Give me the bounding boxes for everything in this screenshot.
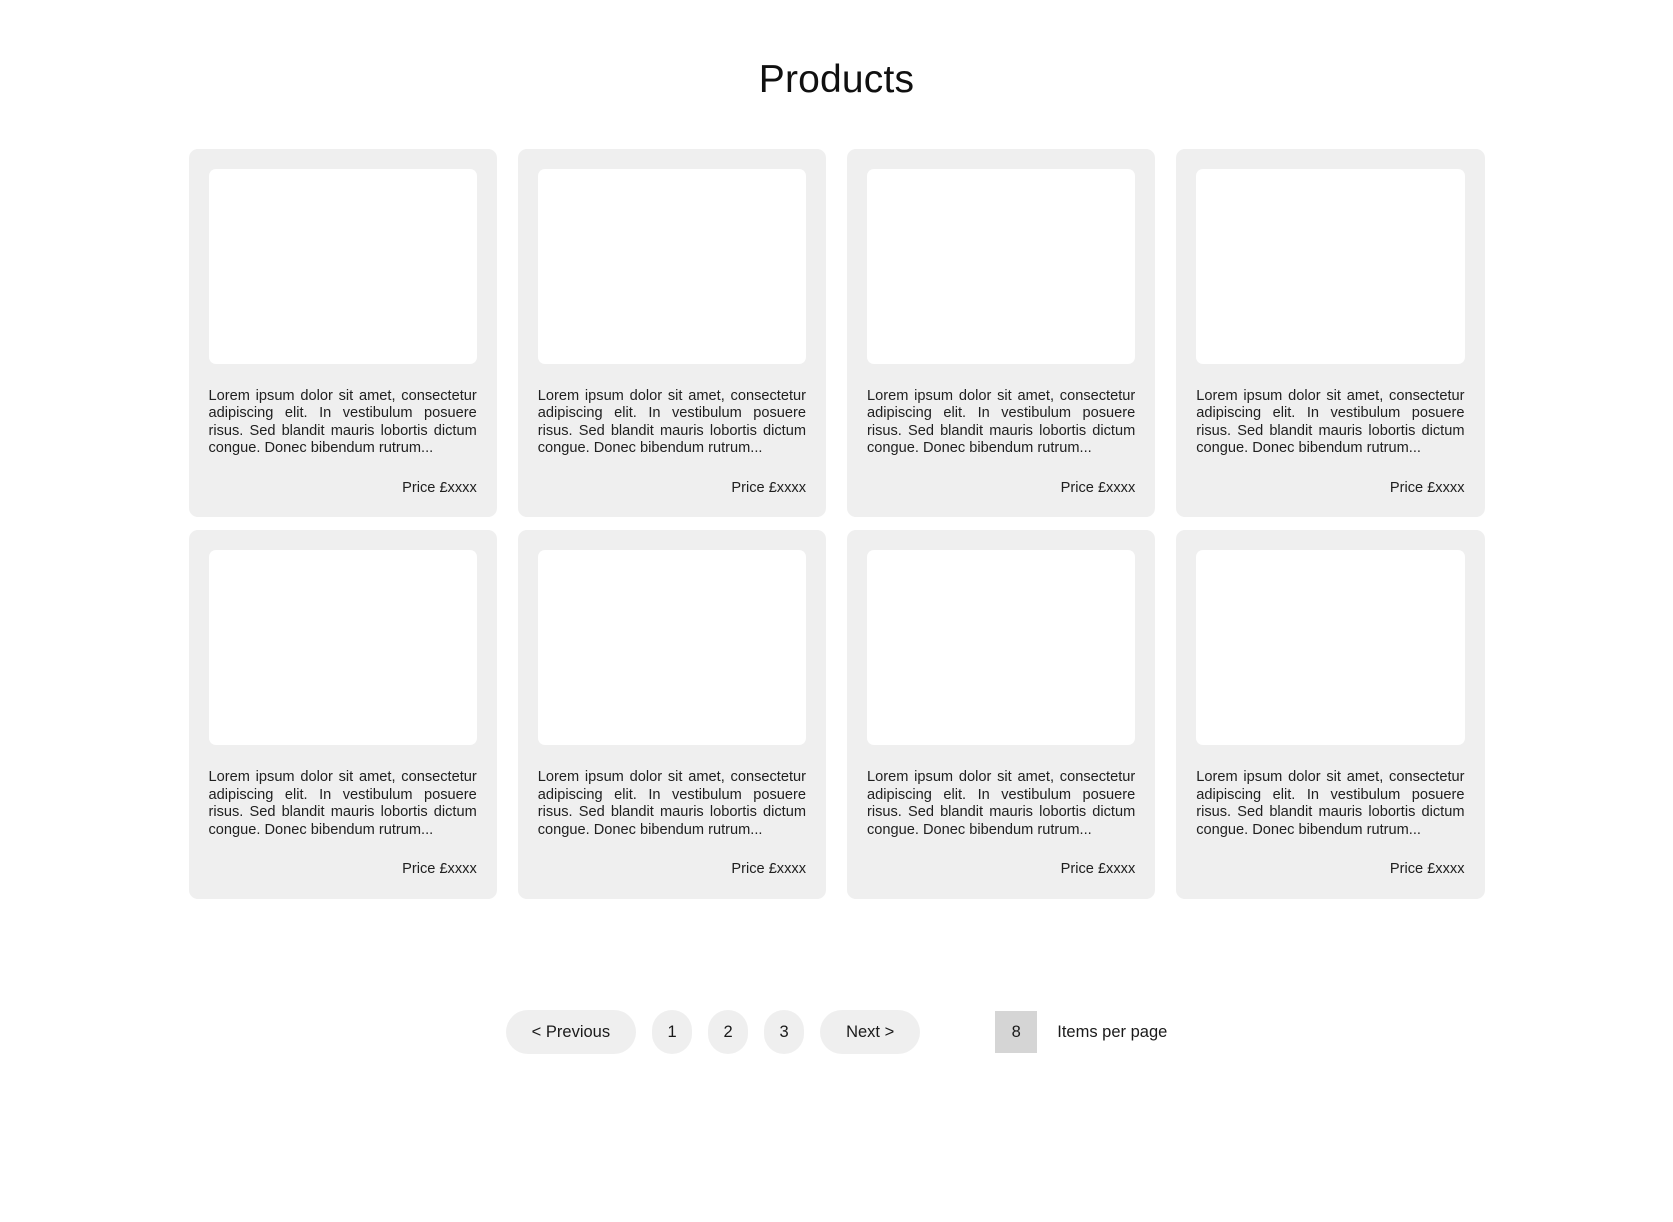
- product-grid: Lorem ipsum dolor sit amet, consectetur …: [188, 148, 1485, 899]
- product-description: Lorem ipsum dolor sit amet, consectetur …: [1196, 769, 1465, 838]
- product-card[interactable]: Lorem ipsum dolor sit amet, consectetur …: [188, 530, 497, 899]
- items-per-page-label: Items per page: [1057, 1022, 1168, 1041]
- product-description: Lorem ipsum dolor sit amet, consectetur …: [867, 769, 1136, 838]
- product-price: Price £xxxx: [402, 861, 477, 878]
- page-number-button-3[interactable]: 3: [764, 1010, 805, 1054]
- product-description: Lorem ipsum dolor sit amet, consectetur …: [537, 387, 806, 457]
- product-card[interactable]: Lorem ipsum dolor sit amet, consectetur …: [188, 148, 497, 518]
- product-description: Lorem ipsum dolor sit amet, consectetur …: [1196, 387, 1465, 457]
- product-card[interactable]: Lorem ipsum dolor sit amet, consectetur …: [847, 530, 1156, 899]
- product-card[interactable]: Lorem ipsum dolor sit amet, consectetur …: [1176, 148, 1485, 518]
- items-per-page-group: Items per page: [995, 1011, 1167, 1053]
- product-image-placeholder: [208, 550, 477, 746]
- previous-page-button[interactable]: < Previous: [505, 1010, 637, 1054]
- product-image-placeholder: [537, 550, 806, 746]
- product-description: Lorem ipsum dolor sit amet, consectetur …: [208, 769, 477, 838]
- product-image-placeholder: [867, 550, 1136, 746]
- product-price: Price £xxxx: [402, 479, 477, 496]
- product-card[interactable]: Lorem ipsum dolor sit amet, consectetur …: [847, 148, 1156, 518]
- product-price: Price £xxxx: [731, 479, 806, 496]
- product-image-placeholder: [867, 168, 1136, 364]
- product-image-placeholder: [1196, 168, 1465, 364]
- product-price: Price £xxxx: [1389, 479, 1465, 496]
- pagination-controls: < Previous 1 2 3 Next > Items per page: [505, 1010, 1167, 1054]
- page-title: Products: [758, 58, 915, 101]
- product-description: Lorem ipsum dolor sit amet, consectetur …: [537, 769, 806, 838]
- product-card[interactable]: Lorem ipsum dolor sit amet, consectetur …: [517, 530, 826, 899]
- product-card[interactable]: Lorem ipsum dolor sit amet, consectetur …: [1176, 530, 1485, 899]
- items-per-page-input[interactable]: [995, 1011, 1038, 1053]
- product-price: Price £xxxx: [1060, 861, 1136, 878]
- pagination-bar: < Previous 1 2 3 Next > Items per page: [0, 1010, 1673, 1054]
- product-image-placeholder: [1196, 550, 1465, 746]
- product-card[interactable]: Lorem ipsum dolor sit amet, consectetur …: [517, 148, 826, 518]
- page-number-button-2[interactable]: 2: [708, 1010, 749, 1054]
- product-price: Price £xxxx: [731, 861, 806, 878]
- product-image-placeholder: [537, 168, 806, 364]
- product-description: Lorem ipsum dolor sit amet, consectetur …: [208, 387, 477, 457]
- product-price: Price £xxxx: [1389, 861, 1465, 878]
- page-number-button-1[interactable]: 1: [652, 1010, 693, 1054]
- product-image-placeholder: [208, 168, 477, 364]
- product-price: Price £xxxx: [1060, 479, 1136, 496]
- next-page-button[interactable]: Next >: [820, 1010, 921, 1054]
- product-description: Lorem ipsum dolor sit amet, consectetur …: [867, 387, 1136, 457]
- products-page: Products Lorem ipsum dolor sit amet, con…: [0, 0, 1673, 1222]
